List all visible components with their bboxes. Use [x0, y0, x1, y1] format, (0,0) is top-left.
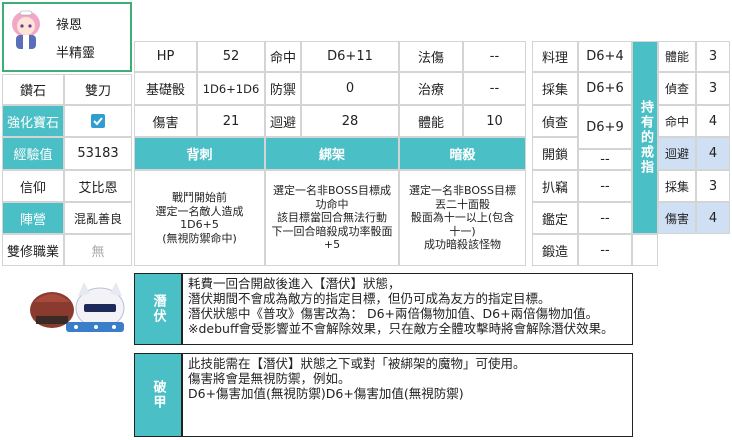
ring-value-stamina: 3: [696, 41, 730, 72]
ring-title: 持有的戒指: [632, 41, 658, 234]
ring-label-hit: 命中: [658, 105, 696, 137]
ability-desc-armor-break: 此技能需在【潛伏】狀態之下或對「被綁架的魔物」可使用。 傷害將會是無視防禦，例如…: [182, 353, 633, 437]
stat-value-mag: --: [463, 41, 526, 72]
life-label-lockpick: 開鎖: [532, 137, 578, 170]
ability-title-armor-break: 破甲: [134, 353, 182, 437]
life-label-pickpocket: 扒竊: [532, 170, 578, 202]
stat-value-def: 0: [301, 72, 399, 105]
left-value-faith: 艾比恩: [64, 170, 132, 202]
ring-label-stamina: 體能: [658, 41, 696, 72]
stat-label-base-dice: 基礎骰: [134, 72, 197, 105]
left-value-dual-class: 無: [64, 234, 132, 266]
stat-label-mag: 法傷: [399, 41, 463, 72]
ability-desc-stealth: 耗費一回合開啟後進入【潛伏】狀態， 潛伏期間不會成為敵方的指定目標，但仍可成為友…: [182, 273, 633, 345]
skill-header-assassinate: 暗殺: [399, 137, 526, 170]
stat-label-hit: 命中: [265, 41, 301, 72]
left-label-gem: 強化寶石: [2, 105, 64, 137]
life-value-forge: --: [578, 234, 632, 266]
life-label-scout: 偵查: [532, 105, 578, 137]
stat-value-eva: 28: [301, 105, 399, 137]
avatar-chibi-icon: [12, 10, 40, 49]
life-value-appraise: --: [578, 202, 632, 234]
left-label-dual-class: 雙修職業: [2, 234, 64, 266]
skill-desc-backstab: 戰鬥開始前 選定一名敵人造成 1D6+5 (無視防禦命中): [134, 170, 265, 266]
left-value-alignment: 混亂善良: [64, 202, 132, 234]
stat-value-hit: D6+11: [301, 41, 399, 72]
stat-label-dmg: 傷害: [134, 105, 197, 137]
ability-title-stealth: 潛伏: [134, 273, 182, 345]
life-value-cooking: D6+4: [578, 41, 632, 72]
stat-value-dmg: 21: [197, 105, 265, 137]
ring-value-evasion: 4: [696, 137, 730, 170]
profile-card: 祿恩 半精靈: [2, 2, 132, 72]
left-label-faith: 信仰: [2, 170, 64, 202]
life-value-pickpocket: --: [578, 170, 632, 202]
ring-empty-cell: [632, 234, 658, 266]
ring-label-damage: 傷害: [658, 202, 696, 234]
skill-header-backstab: 背刺: [134, 137, 265, 170]
ring-label-scout: 偵查: [658, 72, 696, 105]
life-value-scout: D6+9: [578, 105, 632, 149]
stat-label-hp: HP: [134, 41, 197, 72]
skill-header-kidnap: 綁架: [265, 137, 399, 170]
stat-value-heal: --: [463, 72, 526, 105]
left-value-diamond: 雙刀: [64, 74, 132, 105]
stat-label-stamina: 體能: [399, 105, 463, 137]
ring-value-scout: 3: [696, 72, 730, 105]
gem-checkbox[interactable]: [91, 114, 105, 128]
life-label-forge: 鍛造: [532, 234, 578, 266]
ring-label-evasion: 迴避: [658, 137, 696, 170]
character-race: 半精靈: [56, 46, 96, 61]
left-label-diamond: 鑽石: [2, 74, 64, 105]
life-value-lockpick: --: [578, 149, 632, 170]
ring-value-damage: 4: [696, 202, 730, 234]
stat-value-stamina: 10: [463, 105, 526, 137]
stat-value-base-dice: 1D6+1D6: [197, 72, 265, 105]
stat-label-eva: 迴避: [265, 105, 301, 137]
ring-value-hit: 4: [696, 105, 730, 137]
life-label-cooking: 料理: [532, 41, 578, 72]
left-label-alignment: 陣營: [2, 202, 64, 234]
stat-value-hp: 52: [197, 41, 265, 72]
check-icon: [93, 117, 103, 126]
stat-label-heal: 治療: [399, 72, 463, 105]
skill-desc-assassinate: 選定一名非BOSS目標 丟二十面骰 骰面為十一以上(包含 十一) 成功暗殺該怪物: [399, 170, 526, 266]
ring-value-gather: 3: [696, 170, 730, 202]
life-value-gather: D6+6: [578, 72, 632, 105]
left-label-exp: 經驗值: [2, 137, 64, 170]
chibi-sprites-icon: [30, 282, 125, 332]
skill-desc-kidnap: 選定一名非BOSS目標成 功命中 該目標當回合無法行動 下一回合暗殺成功率骰面 …: [265, 170, 399, 266]
left-value-exp: 53183: [64, 137, 132, 170]
left-value-gem: [64, 105, 132, 137]
ring-label-gather: 採集: [658, 170, 696, 202]
life-label-appraise: 鑑定: [532, 202, 578, 234]
character-name: 祿恩: [56, 18, 83, 33]
life-label-gather: 採集: [532, 72, 578, 105]
stat-label-def: 防禦: [265, 72, 301, 105]
